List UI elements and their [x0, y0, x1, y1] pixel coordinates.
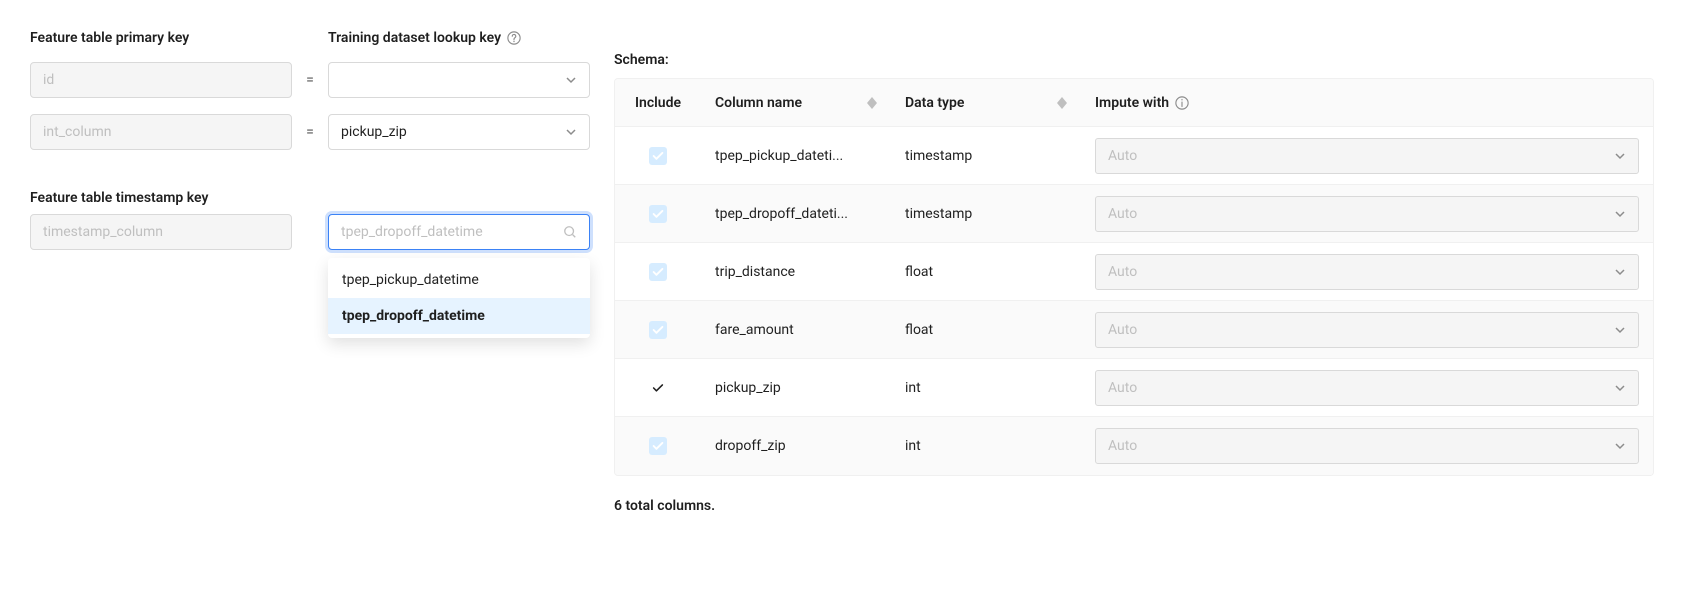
- column-name-cell: tpep_dropoff_dateti...: [701, 206, 891, 222]
- chevron-down-icon: [1614, 150, 1626, 162]
- include-checkbox: [649, 147, 667, 165]
- timestamp-dropdown: tpep_pickup_datetime tpep_dropoff_dateti…: [328, 258, 590, 338]
- schema-table: Include Column name Data type: [614, 78, 1654, 476]
- include-checkbox: [649, 321, 667, 339]
- chevron-down-icon: [1614, 382, 1626, 394]
- column-header-impute: Impute with: [1095, 95, 1639, 111]
- column-header-include: Include: [635, 95, 681, 111]
- primary-key-field-0: id: [30, 62, 292, 98]
- lookup-key-select-0[interactable]: [328, 62, 590, 98]
- chevron-down-icon: [1614, 208, 1626, 220]
- data-type-cell: timestamp: [891, 148, 1081, 164]
- chevron-down-icon: [565, 126, 577, 138]
- equals-sign: =: [302, 124, 318, 140]
- help-icon[interactable]: [507, 31, 521, 45]
- impute-select: Auto: [1095, 196, 1639, 232]
- column-name-cell: dropoff_zip: [701, 438, 891, 454]
- impute-select: Auto: [1095, 370, 1639, 406]
- timestamp-lookup-search[interactable]: tpep_dropoff_datetime: [328, 214, 590, 250]
- column-name-cell: fare_amount: [701, 322, 891, 338]
- schema-heading: Schema:: [614, 52, 1654, 68]
- dropdown-option-0[interactable]: tpep_pickup_datetime: [328, 262, 590, 298]
- data-type-cell: float: [891, 322, 1081, 338]
- column-name-cell: trip_distance: [701, 264, 891, 280]
- chevron-down-icon: [1614, 440, 1626, 452]
- sort-icon: [867, 97, 877, 109]
- impute-select: Auto: [1095, 312, 1639, 348]
- column-name-cell: pickup_zip: [701, 380, 891, 396]
- lookup-key-select-1[interactable]: pickup_zip: [328, 114, 590, 150]
- sort-icon: [1057, 97, 1067, 109]
- data-type-cell: int: [891, 380, 1081, 396]
- lookup-key-label: Training dataset lookup key: [328, 30, 590, 46]
- impute-select: Auto: [1095, 428, 1639, 464]
- impute-select: Auto: [1095, 138, 1639, 174]
- include-checkbox: [649, 379, 667, 397]
- timestamp-key-field: timestamp_column: [30, 214, 292, 250]
- data-type-cell: timestamp: [891, 206, 1081, 222]
- primary-key-label: Feature table primary key: [30, 30, 292, 46]
- total-columns-label: 6 total columns.: [614, 498, 1654, 514]
- chevron-down-icon: [565, 74, 577, 86]
- data-type-cell: float: [891, 264, 1081, 280]
- impute-select: Auto: [1095, 254, 1639, 290]
- include-checkbox: [649, 263, 667, 281]
- search-icon: [563, 225, 577, 239]
- include-checkbox: [649, 437, 667, 455]
- include-checkbox: [649, 205, 667, 223]
- dropdown-option-1[interactable]: tpep_dropoff_datetime: [328, 298, 590, 334]
- timestamp-key-label: Feature table timestamp key: [30, 190, 590, 206]
- column-header-type[interactable]: Data type: [905, 95, 1067, 111]
- chevron-down-icon: [1614, 266, 1626, 278]
- chevron-down-icon: [1614, 324, 1626, 336]
- equals-sign: =: [302, 72, 318, 88]
- primary-key-field-1: int_column: [30, 114, 292, 150]
- column-name-cell: tpep_pickup_dateti...: [701, 148, 891, 164]
- column-header-name[interactable]: Column name: [715, 95, 877, 111]
- data-type-cell: int: [891, 438, 1081, 454]
- info-icon[interactable]: [1175, 96, 1189, 110]
